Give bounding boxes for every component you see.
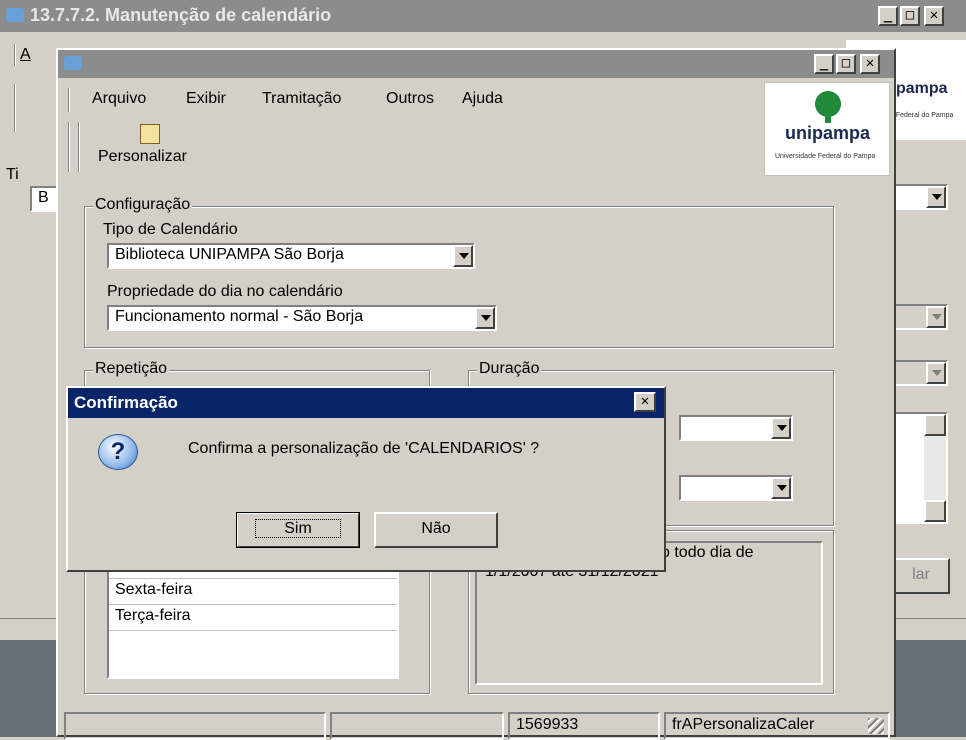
outer-bottom-line-right [892, 618, 966, 638]
outer-bottom-line [0, 618, 60, 638]
dropdown-arrow-icon[interactable] [926, 362, 946, 384]
outer-menu-bar: A [0, 40, 60, 70]
dropdown-arrow-icon[interactable] [453, 245, 473, 267]
list-item[interactable]: Terça-feira [109, 605, 397, 631]
duracao-end-select[interactable] [679, 475, 793, 501]
app-icon [64, 56, 82, 70]
minimize-button[interactable]: _ [878, 6, 898, 26]
outer-right-list[interactable] [890, 412, 948, 524]
menu-ajuda[interactable]: Ajuda [462, 90, 503, 108]
outer-logo-text: pampa [896, 80, 948, 97]
personalize-icon [140, 124, 160, 144]
menu-arquivo[interactable]: Arquivo [92, 90, 146, 108]
toolbar-grip [68, 122, 70, 172]
resize-grip-icon[interactable] [868, 718, 884, 734]
tree-trunk-icon [825, 113, 831, 123]
dropdown-arrow-icon[interactable] [771, 417, 791, 439]
logo-subtitle: Universidade Federal do Pampa [775, 153, 876, 160]
status-cell-2 [330, 712, 504, 740]
menu-outros[interactable]: Outros [386, 90, 434, 108]
dialog-message: Confirma a personalização de 'CALENDARIO… [188, 440, 540, 457]
scrollbar[interactable] [924, 414, 946, 522]
configuracao-label: Configuração [93, 196, 193, 214]
dropdown-arrow-icon[interactable] [771, 477, 791, 499]
status-cell-1 [64, 712, 326, 740]
menu-bar: Arquivo Exibir Tramitação Outros Ajuda [64, 84, 754, 116]
propriedade-label: Propriedade do dia no calendário [107, 283, 343, 300]
dialog-title: Confirmação [74, 393, 178, 412]
maximize-button[interactable]: □ [900, 6, 920, 26]
scroll-up-icon[interactable] [924, 414, 946, 436]
outer-partial-button[interactable]: lar [892, 558, 950, 594]
logo-text: unipampa [785, 123, 871, 143]
toolbar: Personalizar [64, 120, 754, 176]
minimize-button[interactable]: _ [814, 54, 834, 74]
inner-title-bar[interactable]: _ □ ✕ [58, 50, 894, 78]
close-button[interactable]: ✕ [860, 54, 880, 74]
dropdown-arrow-icon[interactable] [475, 307, 495, 329]
app-icon [6, 8, 24, 22]
outer-menu-item[interactable]: A [20, 46, 31, 64]
duracao-label: Duração [477, 360, 542, 378]
menu-exibir[interactable]: Exibir [186, 90, 226, 108]
menu-tramitacao[interactable]: Tramitação [262, 90, 341, 108]
outer-window-title: 13.7.7.2. Manutenção de calendário [30, 5, 332, 25]
configuracao-group: Configuração Tipo de Calendário Bibliote… [84, 196, 834, 348]
nao-button[interactable]: Não [374, 512, 498, 548]
outer-right-combo-1[interactable] [890, 184, 948, 210]
outer-right-combo-2[interactable] [890, 304, 948, 330]
confirmation-dialog: Confirmação ✕ ? Confirma a personalizaçã… [66, 386, 666, 572]
outer-title-bar[interactable]: 13.7.7.2. Manutenção de calendário _ □ ✕ [0, 0, 966, 32]
dropdown-arrow-icon[interactable] [926, 306, 946, 328]
unipampa-logo: unipampa Universidade Federal do Pampa [764, 82, 890, 176]
question-icon: ? [98, 434, 138, 470]
tipo-label: Tipo de Calendário [103, 221, 238, 238]
toolbar-grip-2 [78, 122, 80, 172]
maximize-button[interactable]: □ [836, 54, 856, 74]
propriedade-select[interactable]: Funcionamento normal - São Borja [107, 305, 497, 331]
menu-grip [68, 88, 70, 112]
dialog-title-bar[interactable]: Confirmação ✕ [68, 388, 664, 418]
repeticao-label: Repetição [93, 360, 170, 378]
outer-menu-divider [14, 44, 16, 66]
outer-right-combo-3[interactable] [890, 360, 948, 386]
personalizar-button[interactable]: Personalizar [90, 122, 210, 174]
outer-toolbar-divider [14, 84, 16, 132]
close-button[interactable]: ✕ [924, 6, 944, 26]
duracao-start-select[interactable] [679, 415, 793, 441]
status-cell-4: frAPersonalizaCaler [664, 712, 890, 740]
personalizar-label: Personalizar [98, 148, 187, 165]
status-cell-3: 1569933 [508, 712, 660, 740]
list-item[interactable]: Sexta-feira [109, 579, 397, 605]
scroll-down-icon[interactable] [924, 500, 946, 522]
outer-field-label: Ti [6, 166, 19, 183]
tipo-calendario-select[interactable]: Biblioteca UNIPAMPA São Borja [107, 243, 475, 269]
sim-button[interactable]: Sim [236, 512, 360, 548]
outer-logo-subtitle: e Federal do Pampa [890, 112, 954, 119]
close-icon[interactable]: ✕ [634, 392, 656, 412]
dropdown-arrow-icon[interactable] [926, 186, 946, 208]
